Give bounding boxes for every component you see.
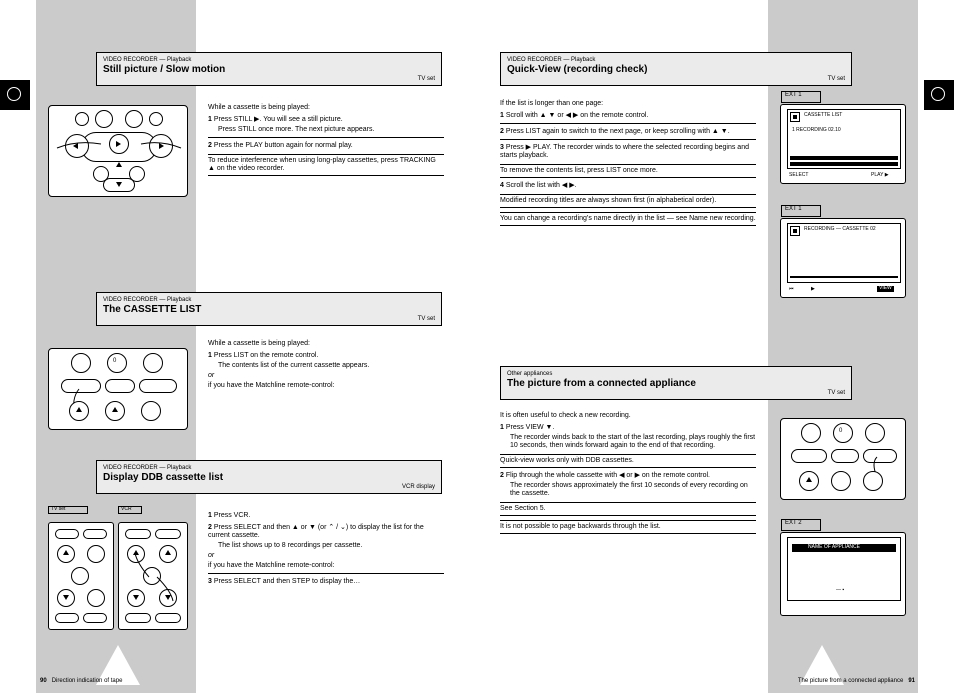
remote-illus-3a xyxy=(48,522,114,630)
td-s3: Press ▶ PLAY. The recorder winds to wher… xyxy=(500,144,749,159)
page-root: 90 Direction indication of tape The pict… xyxy=(0,0,954,693)
pagenum-right: 91 xyxy=(908,678,915,684)
h1-title: Still picture / Slow motion xyxy=(103,64,225,75)
tab-right xyxy=(924,80,954,110)
te-n1: Quick-view works only with DDB cassettes… xyxy=(500,454,756,468)
osd-quick-view: EXT 1 RECORDING — CASSETTE 02 ⏮ ▶ VIEW xyxy=(780,218,906,298)
heading-2: VIDEO RECORDER — Playback The CASSETTE L… xyxy=(96,292,442,326)
ta-note: To reduce interference when using long-p… xyxy=(208,154,444,176)
te-s1: Press VIEW ▼. xyxy=(506,424,555,431)
te-pre: It is often useful to check a new record… xyxy=(500,412,756,420)
heading-4: VIDEO RECORDER — Playback Quick-View (re… xyxy=(500,52,852,86)
osd1-line: 1 RECORDING 02.10 xyxy=(792,128,898,134)
h2-sub: TV set xyxy=(418,316,435,323)
tc-s3: Press SELECT and then STEP to display th… xyxy=(214,578,360,585)
osd2-footR: VIEW xyxy=(877,286,894,292)
remote-illus-3b xyxy=(118,522,188,630)
h4-sub: TV set xyxy=(828,76,845,83)
h4-title: Quick-View (recording check) xyxy=(507,64,647,75)
tc-alt: if you have the Matchline remote-control… xyxy=(208,562,444,570)
td-s2: Press LIST again to switch to the next p… xyxy=(506,128,730,135)
heading-3: VIDEO RECORDER — Playback Display DDB ca… xyxy=(96,460,442,494)
osd1-title: CASSETTE LIST xyxy=(804,113,842,119)
td-n3: You can change a recording’s name direct… xyxy=(500,212,756,226)
h4-tag: VIDEO RECORDER — Playback xyxy=(507,57,845,64)
h3-sub: VCR display xyxy=(402,484,435,491)
tc-s1: Press VCR. xyxy=(214,512,251,519)
h5-tag: Other appliances xyxy=(507,371,845,378)
tb-pre: While a cassette is being played: xyxy=(208,340,444,348)
osd1-foot2: PLAY ▶ xyxy=(871,173,889,179)
osd2-tag: EXT 1 xyxy=(781,205,821,217)
remote-illus-4: 0 xyxy=(780,418,906,500)
te-s2: Flip through the whole cassette with ◀ o… xyxy=(506,472,710,479)
h5-sub: TV set xyxy=(828,390,845,397)
td-lead: If the list is longer than one page: xyxy=(500,100,756,108)
tb-hint: The contents list of the current cassett… xyxy=(218,362,444,370)
td-n1: To remove the contents list, press LIST … xyxy=(500,164,756,178)
osd2-title: RECORDING — CASSETTE 02 xyxy=(804,227,876,233)
osd3-tag: EXT 2 xyxy=(781,519,821,531)
tc-or: or xyxy=(208,552,444,560)
osd2-foot2: ▶ xyxy=(811,287,815,293)
mini-tag-1: TV set xyxy=(48,506,88,514)
tab-left xyxy=(0,80,30,110)
h2-title: The CASSETTE LIST xyxy=(103,304,201,315)
h5-title: The picture from a connected appliance xyxy=(507,378,696,389)
osd2-foot1: ⏮ xyxy=(789,287,794,293)
te-hint2: The recorder shows approximately the fir… xyxy=(510,482,756,498)
tb-or: or xyxy=(208,372,444,380)
ta-s1n: Press STILL once more. The next picture … xyxy=(218,126,444,134)
td-s4: Scroll the list with ◀ ▶. xyxy=(506,182,577,189)
footer-left-text: Direction indication of tape xyxy=(52,678,123,684)
h1-sub: TV set xyxy=(418,76,435,83)
tb-s1: Press LIST on the remote control. xyxy=(214,352,319,359)
remote-illus-2: 0 xyxy=(48,348,188,430)
h2-tag: VIDEO RECORDER — Playback xyxy=(103,297,435,304)
te-n3: It is not possible to page backwards thr… xyxy=(500,520,756,534)
heading-1: VIDEO RECORDER — Playback Still picture … xyxy=(96,52,442,86)
tc-s2: Press SELECT and then ▲ or ▼ (or ⌃ / ⌄) … xyxy=(208,524,424,539)
tc-hint: The list shows up to 8 recordings per ca… xyxy=(218,542,444,550)
ta-s1: Press STILL ▶. You will see a still pict… xyxy=(214,116,343,123)
td-n2: Modified recording titles are always sho… xyxy=(500,194,756,208)
td-s1: Scroll with ▲ ▼ or ◀ ▶ on the remote con… xyxy=(506,112,649,119)
osd3-title: NAME OF APPLIANCE xyxy=(808,545,860,551)
footer-left: 90 Direction indication of tape xyxy=(40,678,122,685)
footer-right: The picture from a connected appliance 9… xyxy=(720,678,915,685)
te-hint: The recorder winds back to the start of … xyxy=(510,434,756,450)
osd1-tag: EXT 1 xyxy=(781,91,821,103)
tb-alt: if you have the Matchline remote-control… xyxy=(208,382,444,390)
ta-pre: While a cassette is being played: xyxy=(208,104,444,112)
text-scroll: If the list is longer than one page: 1 S… xyxy=(500,100,756,230)
heading-5: Other appliances The picture from a conn… xyxy=(500,366,852,400)
text-select: 1 Press VCR. 2 Press SELECT and then ▲ o… xyxy=(208,508,444,588)
h1-tag: VIDEO RECORDER — Playback xyxy=(103,57,435,64)
osd-cassette-list: EXT 1 CASSETTE LIST 1 RECORDING 02.10 SE… xyxy=(780,104,906,184)
ta-s2: Press the PLAY button again for normal p… xyxy=(214,142,353,149)
text-still: While a cassette is being played: 1 Pres… xyxy=(208,104,444,180)
osd-ext-appliance: EXT 2 NAME OF APPLIANCE — ▪ xyxy=(780,532,906,616)
h3-tag: VIDEO RECORDER — Playback xyxy=(103,465,435,472)
remote-illus-1 xyxy=(48,105,188,197)
te-n2: See Section 5. xyxy=(500,502,756,516)
osd3-foot: — ▪ xyxy=(836,588,844,594)
osd1-foot1: SELECT xyxy=(789,173,808,179)
mini-tag-2: VCR xyxy=(118,506,142,514)
footer-right-text: The picture from a connected appliance xyxy=(798,678,903,684)
text-quickview: It is often useful to check a new record… xyxy=(500,412,756,538)
pagenum-left: 90 xyxy=(40,678,47,684)
h3-title: Display DDB cassette list xyxy=(103,472,223,483)
text-list: While a cassette is being played: 1 Pres… xyxy=(208,340,444,390)
